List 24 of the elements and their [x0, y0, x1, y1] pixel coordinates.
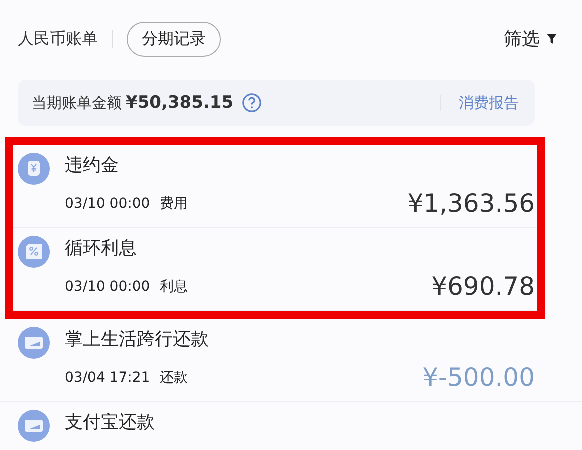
transaction-amount: ¥1,363.56: [408, 189, 535, 219]
transaction-title: 掌上生活跨行还款: [65, 328, 210, 352]
transaction-category: 费用: [160, 195, 188, 214]
transaction-title: 循环利息: [65, 237, 138, 261]
help-icon[interactable]: [242, 93, 262, 113]
bill-amount: ¥50,385.15: [126, 93, 234, 113]
percent-card-icon: [18, 236, 50, 268]
bill-amount-label: 当期账单金额: [32, 94, 122, 112]
transaction-amount: ¥-500.00: [422, 363, 535, 393]
transaction-time: 03/10 00:00: [65, 278, 150, 297]
funnel-icon: [546, 33, 558, 45]
transaction-amount: ¥690.78: [432, 272, 535, 302]
card-icon: [18, 327, 50, 359]
transaction-category: 利息: [160, 278, 188, 297]
transaction-title: 支付宝还款: [65, 411, 156, 435]
tab[interactable]: 人民币账单: [18, 24, 98, 54]
transaction-category: 还款: [160, 369, 188, 388]
yen-card-icon: [18, 153, 50, 185]
filter-button[interactable]: 筛选: [504, 27, 558, 51]
tab[interactable]: 分期记录: [127, 22, 221, 56]
transaction-time: 03/04 17:21: [65, 369, 150, 388]
card-icon: [18, 410, 50, 442]
transaction-time: 03/10 00:00: [65, 195, 150, 214]
transaction-title: 违约金: [65, 154, 120, 178]
